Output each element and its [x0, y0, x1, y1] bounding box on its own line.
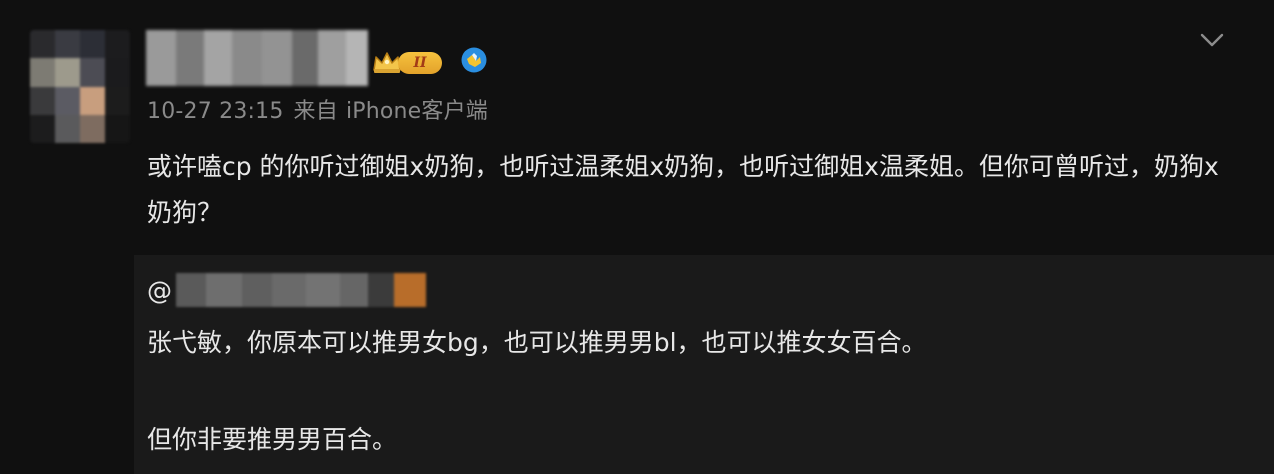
source-device: iPhone客户端 — [345, 99, 488, 124]
post-meta: 10-27 23:15 来自 iPhone客户端 — [147, 93, 498, 125]
level-badge: II — [398, 52, 442, 74]
chevron-down-icon[interactable] — [1198, 28, 1226, 52]
verified-icon — [461, 47, 487, 73]
repost-text-line-1: 张弋敏，你原本可以推男女bg，也可以推男男bl，也可以推女女百合。 — [147, 328, 927, 357]
post-time[interactable]: 10-27 23:15 — [147, 99, 284, 124]
weibo-post-card: II 10-27 23:15 来自 iPhone客户端 或许嗑cp 的你听过御姐x奶… — [0, 0, 1274, 474]
repost-author-name[interactable] — [176, 273, 426, 307]
avatar[interactable] — [30, 30, 130, 143]
source-prefix: 来自 — [293, 99, 338, 124]
mention-at: @ — [147, 275, 172, 305]
repost-author-mention[interactable]: @ — [147, 272, 426, 308]
username[interactable] — [146, 30, 368, 86]
repost-text-line-2: 但你非要推男男百合。 — [147, 425, 398, 454]
post-content: 或许嗑cp 的你听过御姐x奶狗，也听过温柔姐x奶狗，也听过御姐x温柔姐。但你可曾… — [147, 152, 1219, 227]
